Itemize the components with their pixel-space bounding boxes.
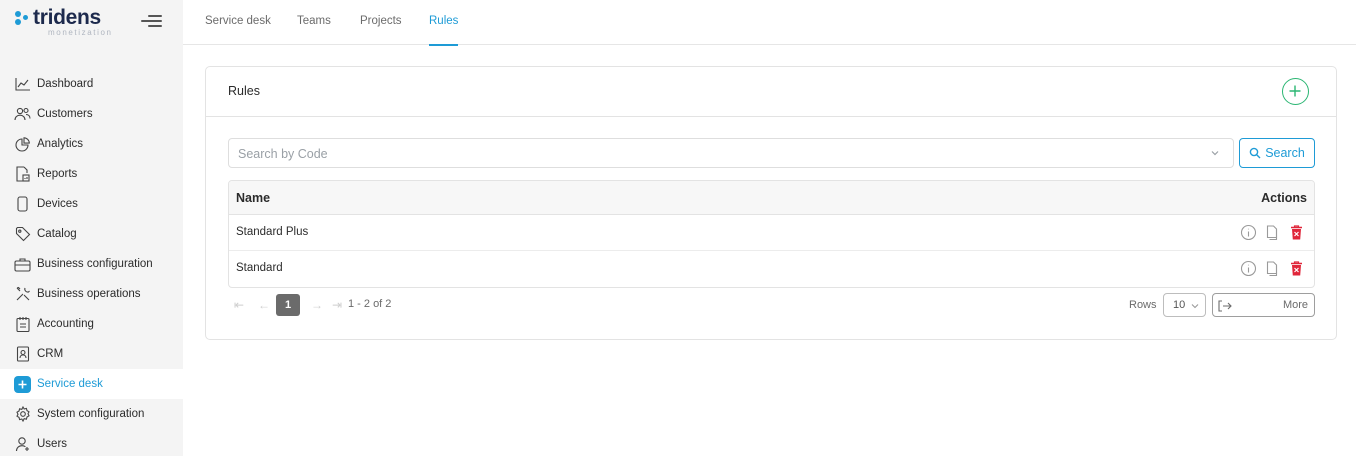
rule-name: Standard Plus xyxy=(236,226,309,238)
sidebar-item-users[interactable]: Users xyxy=(0,429,183,459)
sidebar-item-label: CRM xyxy=(37,348,64,360)
table-row[interactable]: Standard xyxy=(229,251,1314,287)
prev-page-icon[interactable]: ← xyxy=(258,298,270,312)
sidebar-item-analytics[interactable]: Analytics xyxy=(0,129,183,159)
report-icon xyxy=(14,166,31,183)
sidebar-item-devices[interactable]: Devices xyxy=(0,189,183,219)
chart-line-icon xyxy=(14,76,31,93)
tools-icon xyxy=(14,286,31,303)
info-icon[interactable] xyxy=(1240,224,1257,241)
sidebar-item-label: System configuration xyxy=(37,408,145,420)
sidebar-item-business-configuration[interactable]: Business configuration xyxy=(0,249,183,279)
chevron-down-icon[interactable] xyxy=(1210,148,1220,158)
more-button-label: More xyxy=(1282,299,1308,311)
delete-icon[interactable] xyxy=(1288,224,1305,241)
sidebar-item-label: Accounting xyxy=(37,318,94,330)
sidebar-item-label: Customers xyxy=(37,108,93,120)
tab-projects[interactable]: Projects xyxy=(360,0,402,45)
sidebar-item-label: Service desk xyxy=(37,378,103,390)
table-row[interactable]: Standard Plus xyxy=(229,215,1314,251)
column-header-name[interactable]: Name xyxy=(236,191,270,205)
sidebar-item-business-operations[interactable]: Business operations xyxy=(0,279,183,309)
sidebar-item-label: Devices xyxy=(37,198,78,210)
user-icon xyxy=(14,436,31,453)
last-page-icon[interactable]: ⇥ xyxy=(332,298,342,312)
rule-name: Standard xyxy=(236,262,283,274)
clipboard-icon xyxy=(14,316,31,333)
sidebar-item-dashboard[interactable]: Dashboard xyxy=(0,69,183,99)
search-input[interactable] xyxy=(238,145,1178,163)
sidebar-item-label: Users xyxy=(37,438,68,450)
page-title: Rules xyxy=(228,84,260,98)
sidebar-item-label: Dashboard xyxy=(37,78,94,90)
row-actions xyxy=(1240,224,1305,241)
tab-service-desk[interactable]: Service desk xyxy=(205,0,271,45)
device-icon xyxy=(14,196,31,213)
rows-per-page-select[interactable]: 10 xyxy=(1163,293,1206,317)
next-page-icon[interactable]: → xyxy=(311,298,323,312)
sidebar-item-customers[interactable]: Customers xyxy=(0,99,183,129)
logo-mark-icon xyxy=(15,11,31,25)
sidebar-item-catalog[interactable]: Catalog xyxy=(0,219,183,249)
sidebar-item-label: Analytics xyxy=(37,138,84,150)
rules-card: Rules Search Name Actions Standard Plus xyxy=(205,66,1337,340)
contact-icon xyxy=(14,346,31,363)
more-button[interactable]: More xyxy=(1212,293,1315,317)
tab-teams[interactable]: Teams xyxy=(297,0,331,45)
brand-name: tridens xyxy=(33,6,101,29)
search-field[interactable] xyxy=(228,138,1234,168)
copy-icon[interactable] xyxy=(1264,224,1281,241)
sidebar-nav: Dashboard Customers Analytics Reports De… xyxy=(0,69,183,459)
pagination-range: 1 - 2 of 2 xyxy=(348,298,392,310)
search-button[interactable]: Search xyxy=(1239,138,1315,168)
info-icon[interactable] xyxy=(1240,260,1257,277)
sidebar-item-service-desk[interactable]: Service desk xyxy=(0,369,183,399)
export-icon xyxy=(1218,300,1232,312)
briefcase-icon xyxy=(14,256,31,273)
sidebar-item-accounting[interactable]: Accounting xyxy=(0,309,183,339)
copy-icon[interactable] xyxy=(1264,260,1281,277)
sidebar-item-label: Reports xyxy=(37,168,78,180)
sidebar-item-system-configuration[interactable]: System configuration xyxy=(0,399,183,429)
sidebar-item-crm[interactable]: CRM xyxy=(0,339,183,369)
search-button-label: Search xyxy=(1265,146,1305,160)
first-page-icon[interactable]: ⇤ xyxy=(234,298,244,312)
chevron-down-icon xyxy=(1191,304,1199,309)
tab-rules[interactable]: Rules xyxy=(429,0,459,46)
tag-icon xyxy=(14,226,31,243)
pagination: ⇤ ← 1 → ⇥ 1 - 2 of 2 Rows 10 More xyxy=(228,293,1315,317)
sidebar-item-label: Business configuration xyxy=(37,258,153,270)
row-actions xyxy=(1240,260,1305,277)
gear-icon xyxy=(14,406,31,423)
plus-icon xyxy=(1289,85,1301,97)
sidebar-item-reports[interactable]: Reports xyxy=(0,159,183,189)
table-header: Name Actions xyxy=(229,181,1314,215)
top-tabs: Service desk Teams Projects Rules xyxy=(183,0,1356,46)
sidebar-item-label: Catalog xyxy=(37,228,77,240)
users-icon xyxy=(14,106,31,123)
search-icon xyxy=(1249,147,1261,159)
rows-per-page-value: 10 xyxy=(1173,299,1186,311)
brand-tagline: monetization xyxy=(48,28,113,37)
rows-label: Rows xyxy=(1129,299,1157,311)
pie-chart-icon xyxy=(14,136,31,153)
add-rule-button[interactable] xyxy=(1282,78,1309,105)
sidebar: tridens monetization Dashboard Customers… xyxy=(0,0,183,456)
page-button-current[interactable]: 1 xyxy=(276,294,300,316)
delete-icon[interactable] xyxy=(1288,260,1305,277)
sidebar-item-label: Business operations xyxy=(37,288,141,300)
card-header: Rules xyxy=(206,67,1336,117)
rules-table: Name Actions Standard Plus Standard xyxy=(228,180,1315,288)
plus-icon xyxy=(14,375,31,393)
menu-toggle-icon[interactable] xyxy=(141,14,162,28)
column-header-actions: Actions xyxy=(1261,191,1307,205)
